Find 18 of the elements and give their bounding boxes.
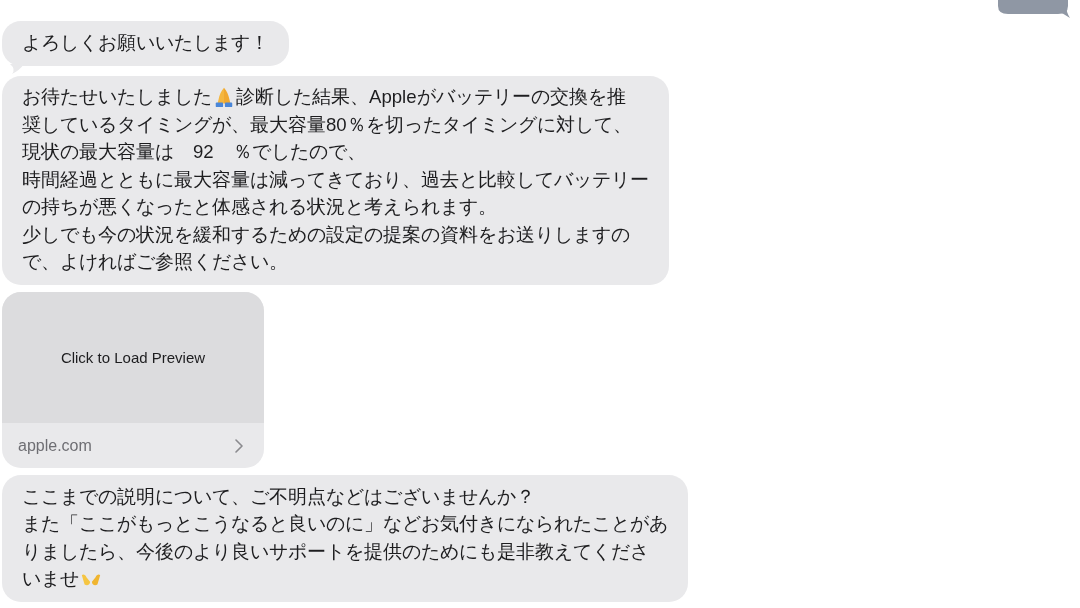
message-text: また「ここがもっとこうなると良いのに」などお気付きになられたことがあ <box>22 512 668 537</box>
message-text: の持ちが悪くなったと体感される状況と考えられます。 <box>22 195 497 220</box>
link-domain: apple.com <box>18 436 92 455</box>
message-text: 現状の最大容量は 92 ％でしたので、 <box>22 140 366 165</box>
chevron-icon <box>234 438 244 453</box>
load-preview-link[interactable]: Click to Load Preview <box>60 349 206 366</box>
message-text: ここまでの説明について、ご不明点などはございませんか？ <box>22 484 535 509</box>
message-text: 診断した結果、Appleがバッテリーの交換を推 <box>236 85 626 110</box>
message-text: 時間経過とともに最大容量は減ってきており、過去と比較してバッテリー <box>22 167 649 192</box>
message-text: よろしくお願いいたします！ <box>22 30 269 55</box>
praying-hands-icon <box>213 86 235 109</box>
message-text: 少しでも今の状況を緩和するための設定の提案の資料をお送りしますの <box>22 222 630 247</box>
link-preview-card[interactable]: Click to Load Preview apple.com <box>2 292 264 468</box>
message-text: 奨しているタイミングが、最大容量80％を切ったタイミングに対して、 <box>22 112 632 137</box>
message-text: で、よければご参照ください。 <box>22 250 288 275</box>
message-text: りましたら、今後のより良いサポートを提供のためにも是非教えてくださ <box>22 539 649 564</box>
message-text: お待たせいたしました <box>22 85 212 110</box>
message-text: いませ <box>22 567 79 592</box>
